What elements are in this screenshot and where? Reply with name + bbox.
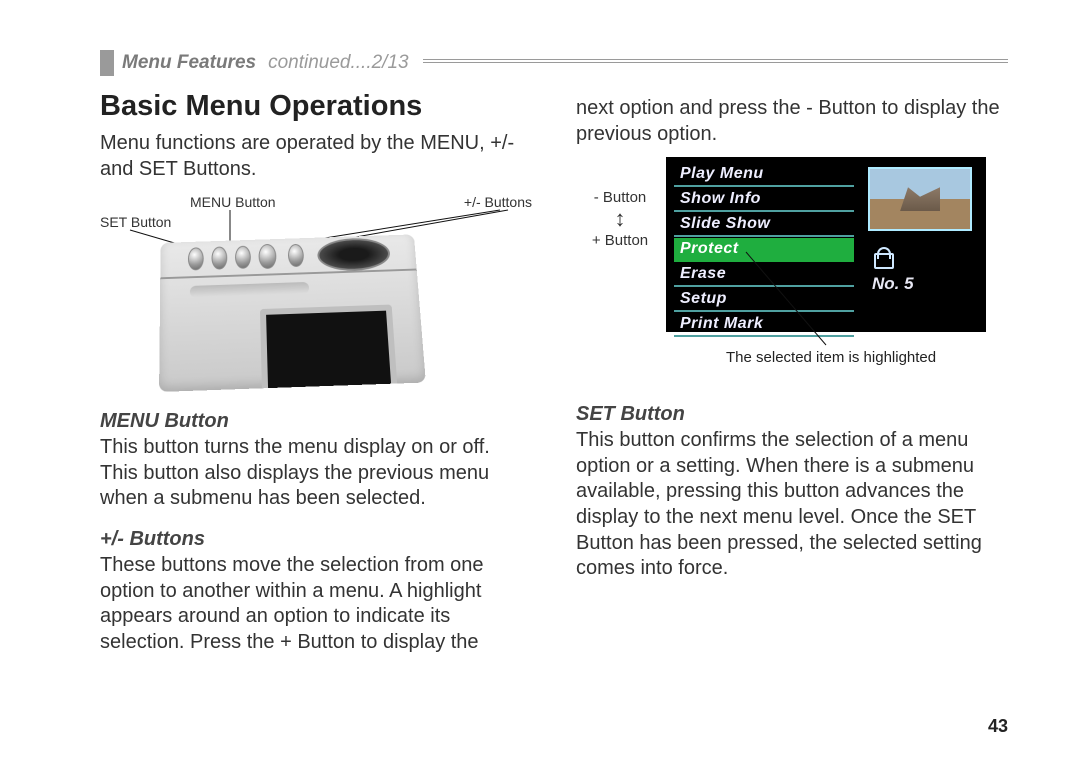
- set-button-text: This button confirms the selection of a …: [576, 428, 1008, 582]
- section-continued: continued....2/13: [268, 52, 409, 74]
- plus-button-label: + Button: [586, 230, 654, 251]
- header-rule: [423, 59, 1008, 67]
- camera-figure: MENU Button +/- Buttons SET Button: [100, 194, 532, 394]
- lcd-right-pane: No. 5: [868, 163, 978, 294]
- header-tab: [100, 50, 114, 76]
- lock-icon: [874, 247, 890, 265]
- minus-button-label: - Button: [586, 187, 654, 208]
- plus-minus-text: These buttons move the selection from on…: [100, 553, 532, 655]
- lcd-screen: Play Menu Show Info Slide Show Protect E…: [666, 157, 986, 332]
- camera-button-icon: [188, 247, 204, 270]
- page-title: Basic Menu Operations: [100, 90, 532, 123]
- up-down-arrow-icon: ↕: [586, 208, 654, 230]
- camera-button-icon: [235, 246, 251, 269]
- menu-button-text: This button turns the menu display on or…: [100, 435, 532, 512]
- right-column: next option and press the - Button to di…: [576, 86, 1008, 665]
- lcd-item-setup: Setup: [674, 288, 854, 312]
- camera-bar-icon: [190, 282, 309, 298]
- camera-button-icon: [258, 244, 276, 269]
- lcd-thumbnail: [868, 167, 972, 231]
- lcd-item-protect: Protect: [674, 238, 854, 262]
- lcd-menu-list: Play Menu Show Info Slide Show Protect E…: [674, 163, 854, 338]
- camera-lens-icon: [317, 237, 391, 272]
- menu-button-heading: MENU Button: [100, 410, 532, 433]
- camera-button-icon: [211, 247, 227, 270]
- camera-label-set: SET Button: [100, 214, 171, 230]
- section-header: Menu Features continued....2/13: [100, 50, 1008, 76]
- lcd-side-labels: - Button ↕ + Button: [586, 187, 654, 251]
- camera-screen-icon: [260, 305, 397, 389]
- page-number: 43: [988, 716, 1008, 737]
- camera-label-menu: MENU Button: [190, 194, 276, 210]
- lcd-item-play: Play Menu: [674, 163, 854, 187]
- intro-text: Menu functions are operated by the MENU,…: [100, 131, 532, 182]
- lcd-image-number: No. 5: [872, 274, 914, 293]
- set-button-heading: SET Button: [576, 403, 1008, 426]
- plus-minus-heading: +/- Buttons: [100, 528, 532, 551]
- camera-illustration: [159, 235, 426, 393]
- camera-button-icon: [288, 244, 305, 267]
- lcd-caption: The selected item is highlighted: [726, 349, 936, 366]
- plus-minus-continued: next option and press the - Button to di…: [576, 96, 1008, 147]
- camera-label-plus: +/- Buttons: [464, 194, 532, 210]
- lcd-figure: - Button ↕ + Button Play Menu Show Info …: [576, 157, 1008, 387]
- lcd-item-slide: Slide Show: [674, 213, 854, 237]
- section-title: Menu Features: [122, 52, 256, 74]
- lcd-item-print: Print Mark: [674, 313, 854, 337]
- lcd-item-erase: Erase: [674, 263, 854, 287]
- left-column: Basic Menu Operations Menu functions are…: [100, 86, 532, 665]
- lcd-item-info: Show Info: [674, 188, 854, 212]
